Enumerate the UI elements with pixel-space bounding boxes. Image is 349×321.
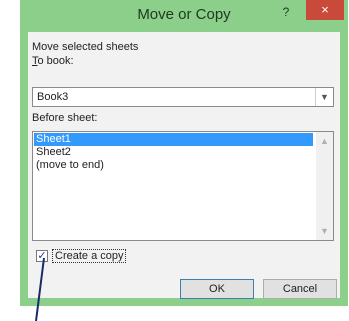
ok-button[interactable]: OK: [180, 279, 254, 299]
create-copy-label[interactable]: Create a copy: [52, 249, 127, 263]
move-selected-sheets-label: Move selected sheets: [32, 41, 139, 53]
close-button[interactable]: ×: [306, 0, 344, 20]
list-item-move-to-end[interactable]: (move to end): [34, 159, 313, 172]
chevron-down-icon[interactable]: ▼: [320, 226, 329, 236]
cancel-button[interactable]: Cancel: [263, 279, 337, 299]
to-book-combobox[interactable]: Book3 ▼: [32, 87, 334, 107]
close-icon: ×: [321, 2, 329, 17]
help-button[interactable]: ?: [278, 5, 294, 21]
listbox-scrollbar[interactable]: ▲ ▼: [316, 132, 333, 240]
dialog-title: Move or Copy: [137, 6, 231, 23]
title-bar[interactable]: Move or Copy ? ×: [20, 0, 348, 32]
to-book-label: To book:: [32, 55, 74, 67]
to-book-label-rest: o book:: [37, 55, 74, 67]
list-item-sheet1[interactable]: Sheet1: [34, 133, 313, 146]
list-item-sheet2[interactable]: Sheet2: [34, 146, 313, 159]
chevron-up-icon[interactable]: ▲: [320, 136, 329, 146]
to-book-value: Book3: [37, 91, 69, 103]
before-sheet-listbox[interactable]: Sheet1 Sheet2 (move to end) ▲ ▼: [32, 131, 334, 241]
create-copy-checkbox[interactable]: ✓: [36, 250, 48, 262]
dialog-body: Move selected sheets To book: Book3 ▼ Be…: [28, 32, 340, 299]
move-or-copy-dialog: Move or Copy ? × Move selected sheets To…: [20, 0, 348, 306]
before-sheet-label: Before sheet:: [32, 112, 98, 124]
chevron-down-icon[interactable]: ▼: [315, 88, 333, 106]
